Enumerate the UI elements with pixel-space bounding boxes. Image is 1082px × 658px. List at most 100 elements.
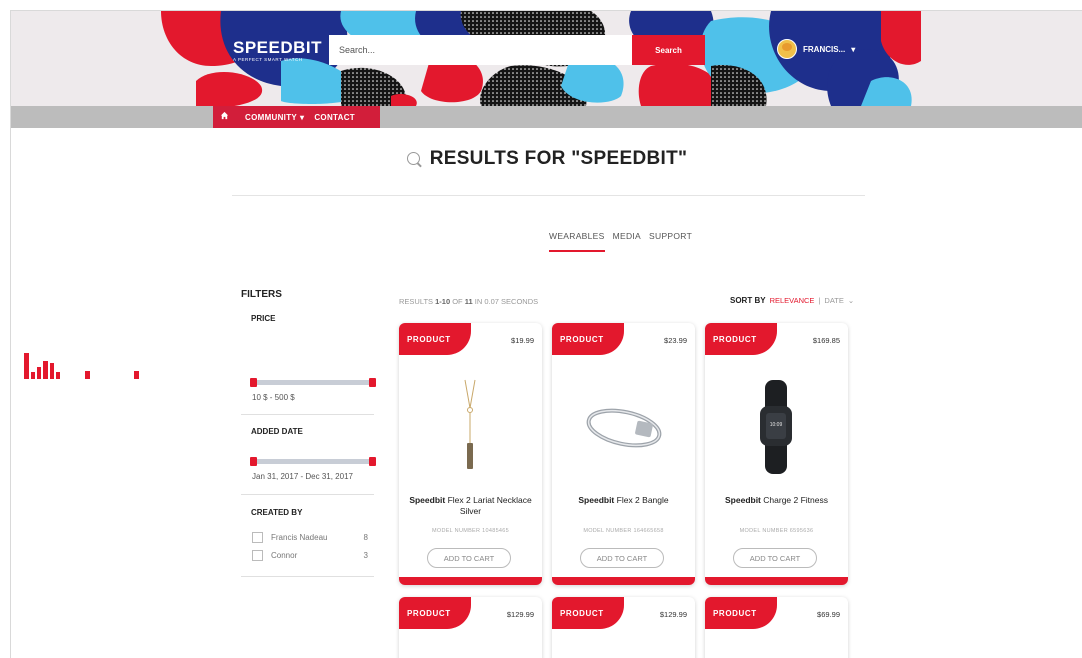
search-button[interactable]: Search [632,35,705,65]
tab-wearables[interactable]: WEARABLES [549,231,605,252]
user-menu[interactable]: FRANCIS... ▾ [777,39,855,59]
product-price: $19.99 [511,336,534,345]
product-badge: PRODUCT [552,597,624,629]
results-info-prefix: RESULTS [399,297,436,306]
product-title: Flex 2 Bangle [614,495,669,505]
price-slider-track[interactable] [253,380,373,385]
filter-option-connor[interactable]: Connor 3 [252,550,374,561]
logo[interactable]: SPEEDBIT A PERFECT SMART WATCH [233,38,322,62]
date-slider-max-handle[interactable] [369,457,376,466]
date-slider-track[interactable] [253,459,373,464]
search-input[interactable] [329,35,632,65]
sort-separator: | [818,296,821,305]
product-card[interactable]: PRODUCT $23.99 Speedbit Flex 2 Bangle MO… [552,323,695,585]
added-date-filter-label: ADDED DATE [251,427,303,436]
product-badge: PRODUCT [399,323,471,355]
divider [241,576,374,577]
product-price: $129.99 [506,610,534,619]
product-image [464,379,476,469]
product-image: 10:09 [760,380,792,474]
filters-panel: FILTERS PRICE [241,289,374,323]
card-footer [552,577,695,585]
product-price: $69.99 [817,610,840,619]
filter-option-count: 8 [363,533,368,542]
nav-item-contact[interactable]: CONTACT [314,113,355,122]
filter-option-count: 3 [363,551,368,560]
chevron-down-icon[interactable]: ⌄ [848,296,854,305]
divider [241,494,374,495]
tab-media[interactable]: MEDIA [613,231,641,252]
price-slider-max-handle[interactable] [369,378,376,387]
price-histogram [24,353,139,379]
product-brand: Speedbit [725,495,761,505]
card-footer [399,577,542,585]
product-model: MODEL NUMBER 164665658 [583,528,664,534]
product-card[interactable]: PRODUCT $19.99 Speedbit Flex 2 Lariat Ne… [399,323,542,585]
sort-option-relevance[interactable]: RELEVANCE [770,296,815,305]
chevron-down-icon: ▾ [851,44,856,54]
add-to-cart-button[interactable]: ADD TO CART [427,548,511,568]
date-range-value: Jan 31, 2017 - Dec 31, 2017 [252,472,353,481]
nav-item-community[interactable]: COMMUNITY ▾ [245,113,304,122]
results-info-suffix: IN 0.07 SECONDS [472,297,539,306]
product-brand: Speedbit [578,495,615,505]
results-range: 1-10 [435,297,451,306]
user-name: FRANCIS... [803,44,846,54]
product-card[interactable]: PRODUCT $129.99 [399,597,542,658]
price-range-value: 10 $ - 500 $ [252,393,295,402]
product-badge: PRODUCT [705,597,777,629]
avatar [777,39,797,59]
product-model: MODEL NUMBER 10485465 [431,528,509,534]
add-to-cart-button[interactable]: ADD TO CART [580,548,664,568]
svg-text:10:09: 10:09 [770,422,783,428]
sort-label: SORT BY [730,296,766,305]
home-icon[interactable] [213,111,235,123]
product-name: Speedbit Charge 2 Fitness [711,495,842,506]
product-price: $169.85 [812,336,840,345]
search-icon [406,152,420,166]
product-badge: PRODUCT [399,597,471,629]
product-badge: PRODUCT [705,323,777,355]
checkbox[interactable] [252,550,263,561]
product-model: MODEL NUMBER 6595636 [739,528,814,534]
product-price: $23.99 [664,336,687,345]
results-info: RESULTS 1-10 OF 11 IN 0.07 SECONDS [399,297,538,306]
product-brand: Speedbit [409,495,446,505]
product-badge: PRODUCT [552,323,624,355]
nav-strip: COMMUNITY ▾ CONTACT [213,106,380,128]
product-image [586,408,662,448]
add-to-cart-button[interactable]: ADD TO CART [733,548,817,568]
sort-control: SORT BY RELEVANCE | DATE ⌄ [730,296,854,305]
filter-option-label: Connor [271,551,298,560]
price-slider-min-handle[interactable] [250,378,257,387]
product-title: Charge 2 Fitness [760,495,828,505]
page-title: RESULTS FOR "SPEEDBIT" [429,148,688,169]
nav-bar: COMMUNITY ▾ CONTACT [11,106,1082,128]
filters-title: FILTERS [241,289,282,300]
product-card[interactable]: PRODUCT $169.85 10:09 Speedbit Charge 2 … [705,323,848,585]
tab-support[interactable]: SUPPORT [649,231,692,252]
date-slider-min-handle[interactable] [250,457,257,466]
page-title-row: RESULTS FOR "SPEEDBIT" [11,148,1082,170]
product-card[interactable]: PRODUCT $69.99 [705,597,848,658]
created-by-filter-label: CREATED BY [251,508,303,517]
product-name: Speedbit Flex 2 Bangle [558,495,689,506]
filter-option-francis[interactable]: Francis Nadeau 8 [252,532,374,543]
card-footer [705,577,848,585]
results-total: 11 [464,297,473,306]
filter-option-label: Francis Nadeau [271,533,328,542]
product-name: Speedbit Flex 2 Lariat Necklace Silver [405,495,536,517]
chevron-down-icon: ▾ [300,112,305,122]
tabs: WEARABLES MEDIA SUPPORT [549,231,692,252]
app-window: SPEEDBIT A PERFECT SMART WATCH Search FR… [10,10,1082,658]
nav-item-label: COMMUNITY [245,112,298,122]
product-price: $129.99 [659,610,687,619]
logo-text: SPEEDBIT [233,38,323,57]
divider [232,195,865,196]
sort-option-date[interactable]: DATE [824,296,843,305]
divider [241,414,374,415]
nav-item-label: CONTACT [314,112,355,122]
product-card[interactable]: PRODUCT $129.99 [552,597,695,658]
checkbox[interactable] [252,532,263,543]
header-banner: SPEEDBIT A PERFECT SMART WATCH Search FR… [11,11,1082,106]
